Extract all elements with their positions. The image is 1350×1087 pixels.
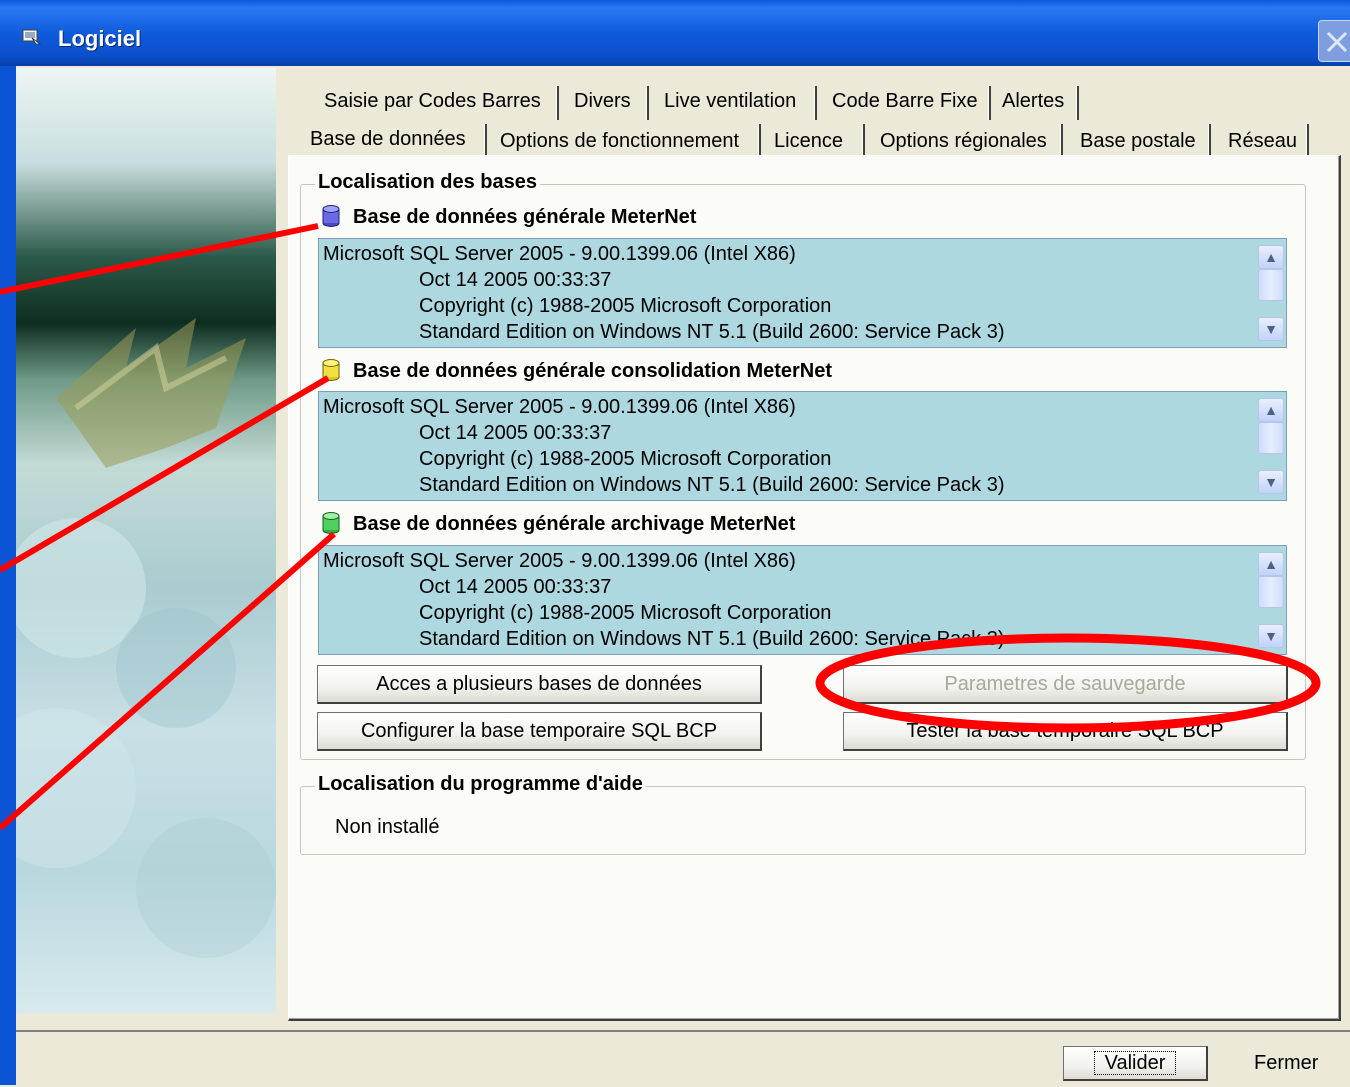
- title-bar[interactable]: Logiciel: [0, 0, 1350, 66]
- multi-db-access-button[interactable]: Acces a plusieurs bases de données: [317, 665, 762, 704]
- tab-divider: [1060, 124, 1063, 158]
- textbox-scrollbar[interactable]: ▲ ▼: [1254, 239, 1286, 347]
- db-info-line: Microsoft SQL Server 2005 - 9.00.1399.06…: [323, 550, 796, 572]
- help-groupbox: [300, 786, 1306, 855]
- tab-divider: [484, 124, 487, 158]
- scroll-down-icon[interactable]: ▼: [1258, 470, 1284, 494]
- tab-divider: [814, 86, 817, 120]
- scroll-up-icon[interactable]: ▲: [1258, 245, 1284, 269]
- tab-divider: [556, 86, 559, 120]
- tab-live-ventilation[interactable]: Live ventilation: [664, 90, 796, 113]
- db-general-info-textbox[interactable]: Microsoft SQL Server 2005 - 9.00.1399.06…: [318, 238, 1287, 348]
- tab-options-fonctionnement[interactable]: Options de fonctionnement: [500, 130, 739, 153]
- textbox-scrollbar[interactable]: ▲ ▼: [1254, 546, 1286, 654]
- tab-base-postale[interactable]: Base postale: [1080, 130, 1196, 153]
- db-info-line: Copyright (c) 1988-2005 Microsoft Corpor…: [419, 295, 832, 317]
- tab-reseau[interactable]: Réseau: [1228, 130, 1297, 153]
- close-button[interactable]: Fermer: [1254, 1052, 1318, 1075]
- db-info-line: Oct 14 2005 00:33:37: [419, 422, 612, 444]
- tab-alertes[interactable]: Alertes: [1002, 90, 1064, 113]
- db-general-label: Base de données générale MeterNet: [353, 206, 697, 228]
- tab-saisie-codes-barres[interactable]: Saisie par Codes Barres: [324, 90, 541, 113]
- db-archivage-label: Base de données générale archivage Meter…: [353, 513, 796, 535]
- help-program-status: Non installé: [335, 816, 440, 838]
- settings-window: Logiciel Saisie par Codes Barres Divers …: [0, 0, 1350, 1087]
- backup-params-button[interactable]: Parametres de sauvegarde: [843, 665, 1288, 704]
- tab-base-de-donnees[interactable]: Base de données: [310, 128, 466, 151]
- db-archivage-info-textbox[interactable]: Microsoft SQL Server 2005 - 9.00.1399.06…: [318, 545, 1287, 655]
- validate-button[interactable]: Valider: [1063, 1046, 1208, 1081]
- scroll-up-icon[interactable]: ▲: [1258, 398, 1284, 422]
- db-info-line: Standard Edition on Windows NT 5.1 (Buil…: [419, 321, 1005, 343]
- window-title: Logiciel: [58, 26, 142, 51]
- tab-divider: [1208, 124, 1211, 158]
- database-green-icon: [322, 512, 340, 534]
- db-info-line: Microsoft SQL Server 2005 - 9.00.1399.06…: [323, 396, 796, 418]
- tab-divider: [758, 124, 761, 158]
- database-blue-icon: [322, 205, 340, 227]
- close-window-button[interactable]: [1318, 20, 1350, 62]
- validate-label: Valider: [1093, 1051, 1177, 1075]
- db-info-line: Oct 14 2005 00:33:37: [419, 576, 612, 598]
- scroll-thumb[interactable]: [1258, 422, 1284, 454]
- test-bcp-button[interactable]: Tester la base temporaire SQL BCP: [843, 712, 1288, 751]
- scroll-down-icon[interactable]: ▼: [1258, 317, 1284, 341]
- tab-divider: [1076, 86, 1079, 120]
- db-info-line: Standard Edition on Windows NT 5.1 (Buil…: [419, 628, 1005, 650]
- tab-code-barre-fixe[interactable]: Code Barre Fixe: [832, 90, 978, 113]
- tab-divider: [646, 86, 649, 120]
- db-info-line: Standard Edition on Windows NT 5.1 (Buil…: [419, 474, 1005, 496]
- configure-bcp-button[interactable]: Configurer la base temporaire SQL BCP: [317, 712, 762, 751]
- scroll-down-icon[interactable]: ▼: [1258, 624, 1284, 648]
- app-icon: [22, 29, 42, 45]
- db-info-line: Copyright (c) 1988-2005 Microsoft Corpor…: [419, 448, 832, 470]
- db-info-line: Microsoft SQL Server 2005 - 9.00.1399.06…: [323, 243, 796, 265]
- database-yellow-icon: [322, 359, 340, 381]
- scroll-thumb[interactable]: [1258, 576, 1284, 608]
- tab-divider: [862, 124, 865, 158]
- scroll-up-icon[interactable]: ▲: [1258, 552, 1284, 576]
- db-info-line: Copyright (c) 1988-2005 Microsoft Corpor…: [419, 602, 832, 624]
- decorative-side-image: [16, 68, 276, 1013]
- databases-group-title: Localisation des bases: [315, 171, 540, 194]
- tab-divider: [1306, 124, 1309, 158]
- textbox-scrollbar[interactable]: ▲ ▼: [1254, 392, 1286, 500]
- tab-divider: [988, 86, 991, 120]
- scroll-thumb[interactable]: [1258, 269, 1284, 301]
- tab-divers[interactable]: Divers: [574, 90, 631, 113]
- help-group-title: Localisation du programme d'aide: [315, 773, 646, 796]
- tab-licence[interactable]: Licence: [774, 130, 843, 153]
- close-icon: [1326, 31, 1348, 53]
- db-consolidation-label: Base de données générale consolidation M…: [353, 360, 833, 382]
- db-info-line: Oct 14 2005 00:33:37: [419, 269, 612, 291]
- tab-options-regionales[interactable]: Options régionales: [880, 130, 1047, 153]
- db-consolidation-info-textbox[interactable]: Microsoft SQL Server 2005 - 9.00.1399.06…: [318, 391, 1287, 501]
- window-frame-left: [0, 66, 16, 1085]
